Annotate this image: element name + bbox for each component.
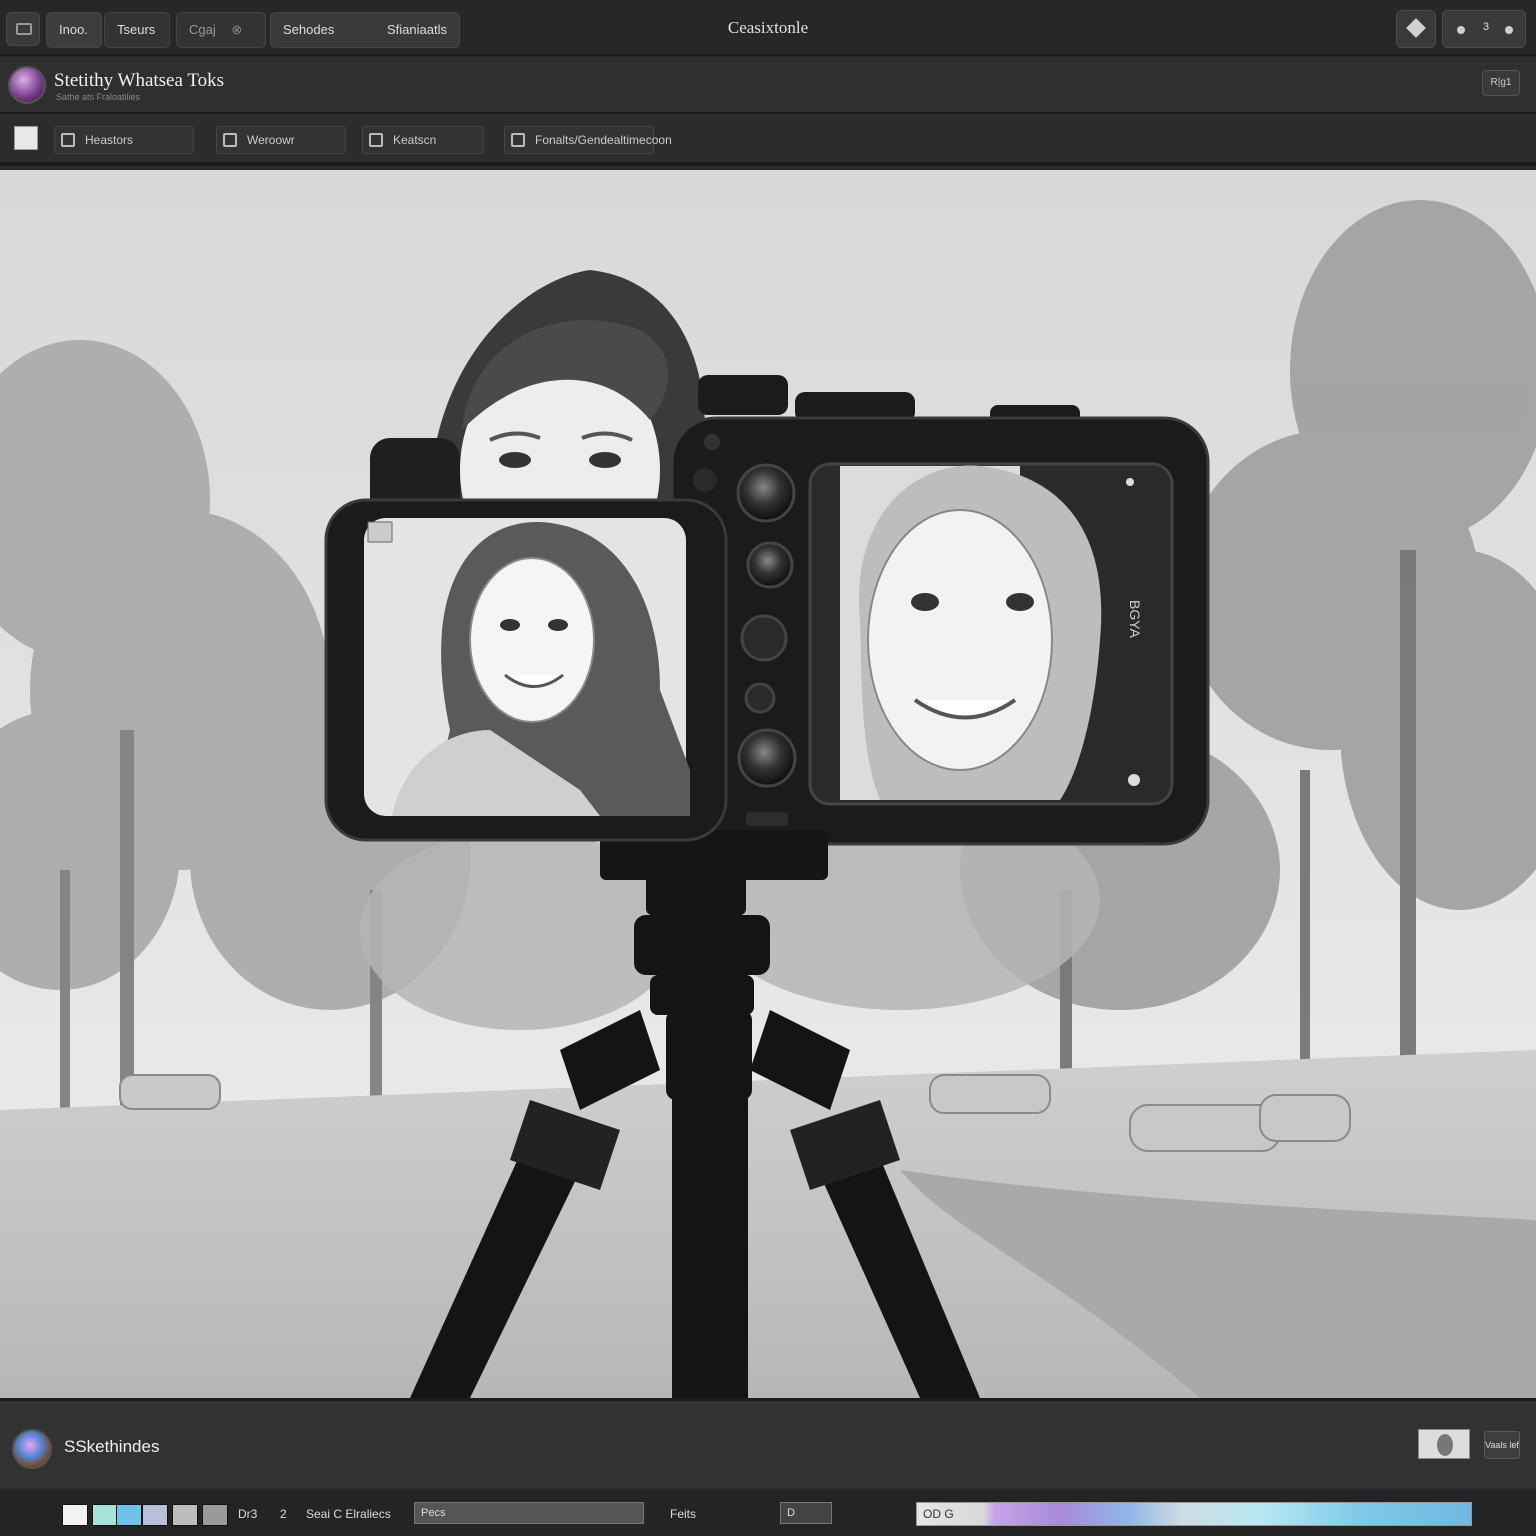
canvas-area[interactable]: BGYA — [0, 170, 1536, 1398]
bottom-panel: SSkethindes Vaals lef — [0, 1398, 1536, 1488]
font-icon — [511, 133, 525, 147]
avatar[interactable] — [8, 66, 46, 104]
color-gradient-slider[interactable]: OD G — [916, 1502, 1472, 1526]
diamond-button[interactable] — [1396, 10, 1436, 48]
mode-toggle[interactable]: D — [780, 1502, 832, 1524]
image-icon — [223, 133, 237, 147]
camera: BGYA — [324, 375, 1210, 880]
folder-icon — [61, 133, 75, 147]
window-title: Ceasixtonle — [727, 18, 809, 37]
brush-slider[interactable]: Pecs — [414, 1502, 644, 1524]
swatch-3[interactable] — [142, 1504, 168, 1526]
notifications-button[interactable]: 3 — [1442, 10, 1526, 48]
user-icon — [1505, 26, 1513, 34]
bell-icon — [1457, 26, 1465, 34]
swatch-1[interactable] — [92, 1504, 118, 1526]
canvas-illustration: BGYA — [0, 170, 1536, 1398]
preview-thumbnail[interactable] — [1418, 1429, 1470, 1459]
field-weroowr-label: Weroowr — [247, 133, 295, 147]
diamond-icon — [1406, 18, 1426, 38]
screen-label: BGYA — [1127, 600, 1143, 639]
status-item-4: Feits — [670, 1507, 697, 1521]
status-item-0: Dr3 — [238, 1507, 258, 1521]
bottom-avatar[interactable] — [12, 1429, 52, 1469]
bottom-label: SSkethindes — [64, 1437, 160, 1456]
swatch-0[interactable] — [62, 1504, 88, 1526]
field-keatscn-label: Keatscn — [393, 133, 437, 147]
select-checkbox[interactable] — [14, 126, 38, 150]
thumbnail-face — [1437, 1434, 1453, 1456]
field-heastors-label: Heastors — [85, 133, 134, 147]
swatch-4[interactable] — [172, 1504, 198, 1526]
toolbar: Heastors Weroowr Keatscn Fonalts/Gendeal… — [0, 116, 1536, 166]
status-bar: Dr3 2 Seai C Elraliecs Pecs Feits D OD G — [0, 1490, 1536, 1536]
profile-bar: Stetithy Whatsea Toks Sathe ats Fraloati… — [0, 58, 1536, 114]
field-heastors[interactable]: Heastors — [54, 126, 194, 154]
status-item-1: 2 — [280, 1507, 287, 1521]
bottom-action-button[interactable]: Vaals lef — [1484, 1431, 1520, 1459]
swatch-5[interactable] — [202, 1504, 228, 1526]
notification-count: 3 — [1483, 21, 1490, 33]
app-subtitle: Sathe ats Fraloatilies — [56, 92, 141, 102]
app-name: Stetithy Whatsea Toks — [54, 70, 225, 91]
sketch-icon — [369, 133, 383, 147]
corner-button[interactable]: R|g1 — [1482, 70, 1520, 96]
field-weroowr[interactable]: Weroowr — [216, 126, 346, 154]
field-fonalts-label: Fonalts/Gendealtimecoon — [535, 133, 672, 147]
status-item-2: Seai C Elraliecs — [306, 1507, 391, 1521]
field-fonalts[interactable]: Fonalts/Gendealtimecoon — [504, 126, 672, 154]
swatch-2[interactable] — [116, 1504, 142, 1526]
field-keatscn[interactable]: Keatscn — [362, 126, 484, 154]
window-topbar: Inoo. Tseurs Cgaj ⊗ Sehodes Sfianiaatls … — [0, 0, 1536, 56]
